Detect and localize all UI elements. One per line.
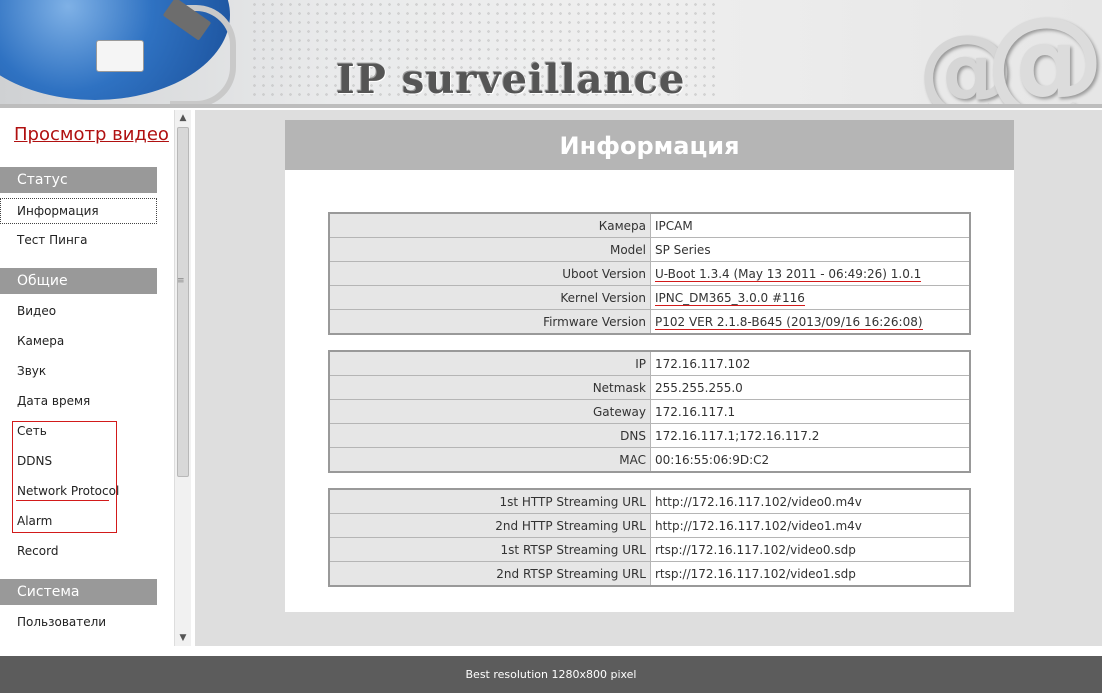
- table-row: Firmware Version P102 VER 2.1.8-B645 (201…: [328, 309, 971, 335]
- row-label: Netmask: [328, 375, 651, 400]
- network-info-table: IP 172.16.117.102 Netmask 255.255.255.0 Ga…: [328, 350, 971, 473]
- scroll-down-arrow-icon[interactable]: ▼: [175, 630, 191, 646]
- sidebar-item-users[interactable]: Пользователи: [17, 614, 106, 630]
- row-label: 2nd RTSP Streaming URL: [328, 561, 651, 587]
- row-label: Firmware Version: [328, 309, 651, 335]
- row-value-cell: P102 VER 2.1.8-B645 (2013/09/16 16:26:08…: [650, 309, 971, 335]
- table-row: Камера IPCAM: [328, 212, 971, 238]
- row-label: Uboot Version: [328, 261, 651, 286]
- sidebar: Просмотр видео Статус Информация Тест Пи…: [0, 110, 174, 646]
- at-sign-graphic-large: @: [985, 0, 1102, 105]
- row-label: Gateway: [328, 399, 651, 424]
- table-row: 1st RTSP Streaming URL rtsp://172.16.117.…: [328, 537, 971, 562]
- row-value: U-Boot 1.3.4 (May 13 2011 - 06:49:26) 1.…: [655, 266, 922, 282]
- table-row: Model SP Series: [328, 237, 971, 262]
- footer: Best resolution 1280x800 pixel: [0, 656, 1102, 693]
- table-row: MAC 00:16:55:06:9D:C2: [328, 447, 971, 473]
- row-value: 172.16.117.1;172.16.117.2: [650, 423, 971, 448]
- highlight-box: [12, 421, 117, 533]
- row-value: 255.255.255.0: [650, 375, 971, 400]
- row-label: Камера: [328, 212, 651, 238]
- row-label: IP: [328, 350, 651, 376]
- row-label: 1st RTSP Streaming URL: [328, 537, 651, 562]
- network-plug-image: [96, 40, 144, 72]
- highlight-underline: [16, 500, 109, 501]
- row-label: 1st HTTP Streaming URL: [328, 488, 651, 514]
- table-row: DNS 172.16.117.1;172.16.117.2: [328, 423, 971, 448]
- row-value: IPNC_DM365_3.0.0 #116: [655, 290, 805, 306]
- sidebar-item-information[interactable]: Информация: [0, 198, 157, 224]
- row-value: IPCAM: [650, 212, 971, 238]
- row-label: DNS: [328, 423, 651, 448]
- sidebar-item-ping-test[interactable]: Тест Пинга: [17, 232, 87, 248]
- sidebar-item-record[interactable]: Record: [17, 543, 58, 559]
- table-row: 1st HTTP Streaming URL http://172.16.117.…: [328, 488, 971, 514]
- row-label: Kernel Version: [328, 285, 651, 310]
- sidebar-item-camera[interactable]: Камера: [17, 333, 64, 349]
- banner-title: IP surveillance: [336, 56, 686, 103]
- sidebar-item-date-time[interactable]: Дата время: [17, 393, 90, 409]
- section-general: Общие: [0, 268, 157, 294]
- main-area: Информация Камера IPCAM Model SP Series Ub…: [195, 110, 1102, 646]
- header-divider: [0, 104, 1102, 108]
- scroll-up-arrow-icon[interactable]: ▲: [175, 110, 191, 126]
- page-title: Информация: [285, 120, 1014, 170]
- sidebar-item-audio[interactable]: Звук: [17, 363, 46, 379]
- table-row: IP 172.16.117.102: [328, 350, 971, 376]
- row-value: 00:16:55:06:9D:C2: [650, 447, 971, 473]
- device-info-table: Камера IPCAM Model SP Series Uboot Version…: [328, 212, 971, 335]
- header-banner: IP surveillance @ @: [0, 0, 1102, 104]
- section-system: Система: [0, 579, 157, 605]
- row-value: 172.16.117.1: [650, 399, 971, 424]
- scrollbar-thumb[interactable]: [177, 127, 189, 477]
- info-panel: Информация Камера IPCAM Model SP Series Ub…: [285, 120, 1014, 612]
- table-row: 2nd HTTP Streaming URL http://172.16.117.…: [328, 513, 971, 538]
- row-value-cell: IPNC_DM365_3.0.0 #116: [650, 285, 971, 310]
- row-value: rtsp://172.16.117.102/video0.sdp: [650, 537, 971, 562]
- live-view-link[interactable]: Просмотр видео: [14, 124, 169, 145]
- row-value: http://172.16.117.102/video0.m4v: [650, 488, 971, 514]
- table-row: Uboot Version U-Boot 1.3.4 (May 13 2011 -…: [328, 261, 971, 286]
- table-row: 2nd RTSP Streaming URL rtsp://172.16.117.…: [328, 561, 971, 587]
- sidebar-scrollbar[interactable]: ▲ ≡ ▼: [174, 110, 191, 646]
- streaming-info-table: 1st HTTP Streaming URL http://172.16.117.…: [328, 488, 971, 587]
- section-status: Статус: [0, 167, 157, 193]
- row-label: Model: [328, 237, 651, 262]
- row-value: http://172.16.117.102/video1.m4v: [650, 513, 971, 538]
- row-value: SP Series: [650, 237, 971, 262]
- row-value: P102 VER 2.1.8-B645 (2013/09/16 16:26:08…: [655, 314, 923, 330]
- table-row: Kernel Version IPNC_DM365_3.0.0 #116: [328, 285, 971, 310]
- sidebar-item-video[interactable]: Видео: [17, 303, 56, 319]
- scrollbar-grip-icon: ≡: [177, 276, 185, 286]
- row-value-cell: U-Boot 1.3.4 (May 13 2011 - 06:49:26) 1.…: [650, 261, 971, 286]
- table-row: Netmask 255.255.255.0: [328, 375, 971, 400]
- row-label: MAC: [328, 447, 651, 473]
- row-value: 172.16.117.102: [650, 350, 971, 376]
- table-row: Gateway 172.16.117.1: [328, 399, 971, 424]
- row-value: rtsp://172.16.117.102/video1.sdp: [650, 561, 971, 587]
- row-label: 2nd HTTP Streaming URL: [328, 513, 651, 538]
